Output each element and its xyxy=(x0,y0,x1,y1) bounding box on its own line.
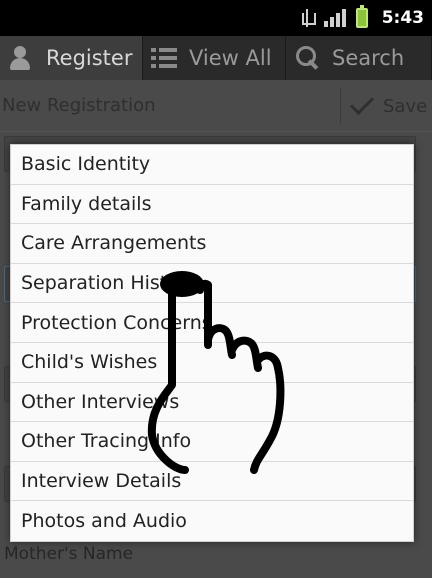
dropdown-option[interactable]: Photos and Audio xyxy=(11,501,413,541)
dropdown-option[interactable]: Child's Wishes xyxy=(11,343,413,383)
dropdown-option[interactable]: Interview Details xyxy=(11,462,413,502)
tab-bar: Register View All Search xyxy=(0,36,432,80)
dropdown-option[interactable]: Care Arrangements xyxy=(11,224,413,264)
section-dropdown: Basic Identity Family details Care Arran… xyxy=(10,144,414,542)
status-time: 5:43 xyxy=(381,8,424,28)
tab-view-all-label: View All xyxy=(189,46,272,70)
form-title: New Registration xyxy=(2,95,156,116)
signal-icon xyxy=(323,9,346,27)
tab-view-all[interactable]: View All xyxy=(143,36,286,80)
tab-register-label: Register xyxy=(46,46,133,70)
usb-icon xyxy=(300,9,316,27)
tab-register[interactable]: Register xyxy=(0,36,143,80)
search-icon xyxy=(294,44,322,72)
check-icon xyxy=(349,90,375,116)
status-icons: 5:43 xyxy=(300,0,424,36)
list-icon xyxy=(151,44,179,72)
dropdown-option[interactable]: Separation History xyxy=(11,264,413,304)
form-header: New Registration Save xyxy=(0,80,432,132)
dropdown-option[interactable]: Family details xyxy=(11,185,413,225)
mother-name-label: Mother's Name xyxy=(4,544,134,564)
battery-icon xyxy=(355,5,368,28)
status-bar: 5:43 xyxy=(0,0,432,36)
dropdown-option[interactable]: Basic Identity xyxy=(11,145,413,185)
dropdown-option[interactable]: Protection Concerns xyxy=(11,303,413,343)
dropdown-option[interactable]: Other Interviews xyxy=(11,383,413,423)
dropdown-option[interactable]: Other Tracing Info xyxy=(11,422,413,462)
save-label: Save xyxy=(383,95,428,117)
tab-search[interactable]: Search xyxy=(286,36,432,80)
save-button[interactable]: Save xyxy=(340,88,432,124)
person-icon xyxy=(8,44,36,72)
tab-search-label: Search xyxy=(332,46,405,70)
